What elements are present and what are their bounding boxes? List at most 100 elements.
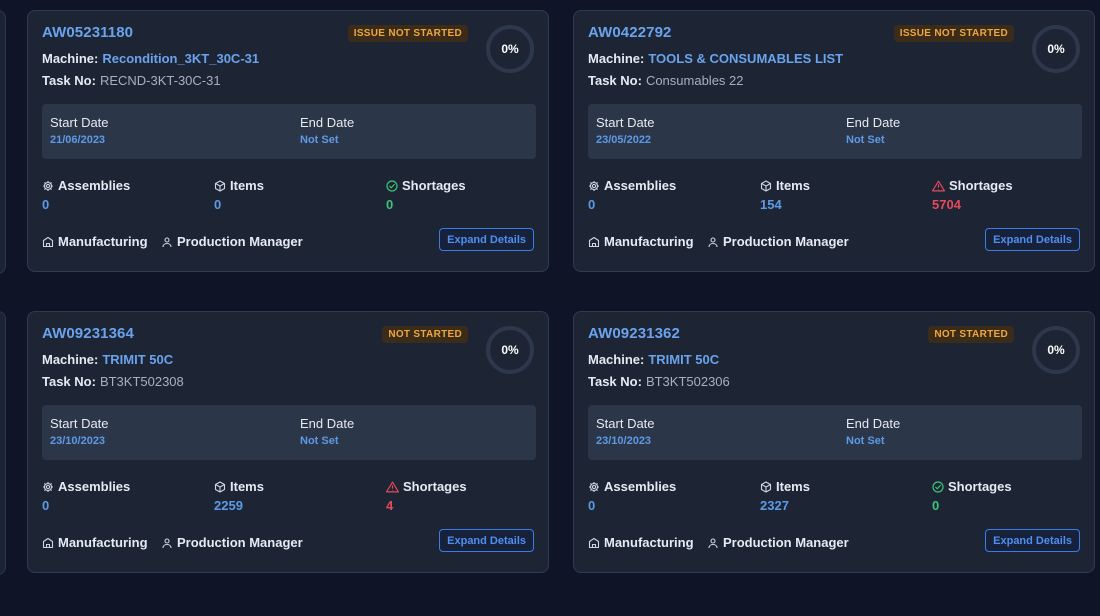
expand-details-button[interactable]: Expand Details: [985, 228, 1080, 251]
user-icon: [708, 236, 718, 247]
expand-details-button[interactable]: Expand Details: [985, 529, 1080, 552]
gear-icon: [589, 481, 599, 492]
job-id[interactable]: AW09231364: [42, 325, 134, 342]
assemblies-label: Assemblies: [604, 178, 677, 193]
end-date: End Date Not Set: [846, 416, 900, 447]
job-card[interactable]: AW0422792 ISSUE NOT STARTED 0% Machine: T…: [573, 10, 1095, 272]
assemblies-stat: Assemblies 0: [588, 479, 676, 513]
date-panel: Start Date 23/10/2023 End Date Not Set: [588, 405, 1082, 460]
factory-icon: [588, 236, 600, 247]
partial-card-left[interactable]: [0, 311, 6, 575]
role-label: Production Manager: [723, 234, 849, 249]
end-date-value: Not Set: [300, 134, 339, 146]
start-date-label: Start Date: [50, 115, 109, 130]
machine-value[interactable]: TOOLS & CONSUMABLES LIST: [648, 51, 843, 66]
expand-details-button[interactable]: Expand Details: [439, 529, 534, 552]
machine-row: Machine: TRIMIT 50C: [588, 352, 719, 367]
user-icon: [708, 537, 718, 548]
shortages-stat: Shortages 4: [386, 479, 467, 513]
job-id[interactable]: AW0422792: [588, 24, 671, 41]
expand-details-button[interactable]: Expand Details: [439, 228, 534, 251]
assemblies-value: 0: [42, 197, 50, 212]
job-card-grid: AW05231180 ISSUE NOT STARTED 0% Machine:…: [0, 0, 1100, 616]
start-date-value: 23/05/2022: [596, 134, 652, 146]
role-label: Production Manager: [723, 535, 849, 550]
items-stat: Items 2259: [214, 479, 264, 513]
status-badge: ISSUE NOT STARTED: [893, 25, 1014, 42]
job-card[interactable]: AW05231180 ISSUE NOT STARTED 0% Machine:…: [27, 10, 549, 272]
machine-value[interactable]: Recondition_3KT_30C-31: [102, 51, 259, 66]
department: Manufacturing: [42, 535, 148, 550]
box-icon: [214, 179, 226, 192]
department: Manufacturing: [588, 234, 694, 249]
job-id[interactable]: AW09231362: [588, 325, 680, 342]
machine-row: Machine: Recondition_3KT_30C-31: [42, 51, 259, 66]
shortages-stat: Shortages 5704: [932, 178, 1013, 212]
start-date: Start Date 23/05/2022: [596, 115, 655, 146]
machine-value[interactable]: TRIMIT 50C: [648, 352, 719, 367]
start-date-value: 23/10/2023: [596, 435, 652, 447]
end-date-label: End Date: [846, 115, 901, 130]
progress-ring: 0%: [486, 25, 534, 73]
factory-icon: [588, 537, 600, 548]
items-label: Items: [776, 479, 810, 494]
job-card[interactable]: AW09231362 NOT STARTED 0% Machine: TRIMIT…: [573, 311, 1095, 573]
items-stat: Items 2327: [760, 479, 810, 513]
task-label: Task No:: [588, 73, 642, 88]
task-value: BT3KT502308: [99, 374, 184, 389]
job-card[interactable]: AW09231364 NOT STARTED 0% Machine: TRIMIT…: [27, 311, 549, 573]
end-date-value: Not Set: [846, 134, 885, 146]
department: Manufacturing: [588, 535, 694, 550]
end-date-label: End Date: [300, 115, 355, 130]
assemblies-stat: Assemblies 0: [588, 178, 676, 212]
end-date: End Date Not Set: [846, 115, 900, 146]
partial-card-left[interactable]: [0, 10, 6, 274]
machine-row: Machine: TRIMIT 50C: [42, 352, 173, 367]
end-date-label: End Date: [846, 416, 901, 431]
progress-value: 0%: [501, 42, 519, 56]
task-row: Task No: BT3KT502306: [588, 374, 730, 389]
user-icon: [162, 537, 172, 548]
department-label: Manufacturing: [604, 234, 694, 249]
start-date: Start Date 21/06/2023: [50, 115, 109, 146]
start-date-value: 21/06/2023: [50, 134, 106, 146]
check-circle-icon: [932, 480, 944, 493]
shortages-label: Shortages: [402, 178, 466, 193]
shortages-value: 0: [386, 197, 394, 212]
shortages-label: Shortages: [949, 178, 1013, 193]
status-badge: NOT STARTED: [928, 326, 1014, 343]
shortages-stat: Shortages 0: [386, 178, 466, 212]
machine-value[interactable]: TRIMIT 50C: [102, 352, 173, 367]
machine-row: Machine: TOOLS & CONSUMABLES LIST: [588, 51, 843, 66]
role-label: Production Manager: [177, 535, 303, 550]
end-date: End Date Not Set: [300, 416, 354, 447]
progress-value: 0%: [501, 343, 519, 357]
box-icon: [760, 179, 772, 192]
shortages-value: 4: [386, 498, 394, 513]
end-date-value: Not Set: [846, 435, 885, 447]
end-date: End Date Not Set: [300, 115, 354, 146]
end-date-value: Not Set: [300, 435, 339, 447]
task-value: Consumables 22: [645, 73, 744, 88]
gear-icon: [43, 481, 53, 492]
role: Production Manager: [161, 535, 303, 550]
assemblies-value: 0: [588, 197, 596, 212]
department: Manufacturing: [42, 234, 148, 249]
progress-ring: 0%: [1032, 326, 1080, 374]
box-icon: [760, 480, 772, 493]
task-row: Task No: RECND-3KT-30C-31: [42, 73, 221, 88]
task-row: Task No: BT3KT502308: [42, 374, 184, 389]
items-label: Items: [230, 479, 264, 494]
shortages-value: 5704: [932, 197, 961, 212]
job-id[interactable]: AW05231180: [42, 24, 133, 41]
task-value: RECND-3KT-30C-31: [99, 73, 221, 88]
start-date-label: Start Date: [596, 115, 655, 130]
status-badge: ISSUE NOT STARTED: [347, 25, 468, 42]
machine-label: Machine:: [588, 352, 645, 367]
items-label: Items: [230, 178, 264, 193]
date-panel: Start Date 21/06/2023 End Date Not Set: [42, 104, 536, 159]
items-value: 0: [214, 197, 222, 212]
start-date: Start Date 23/10/2023: [50, 416, 109, 447]
department-label: Manufacturing: [58, 234, 148, 249]
factory-icon: [42, 236, 54, 247]
